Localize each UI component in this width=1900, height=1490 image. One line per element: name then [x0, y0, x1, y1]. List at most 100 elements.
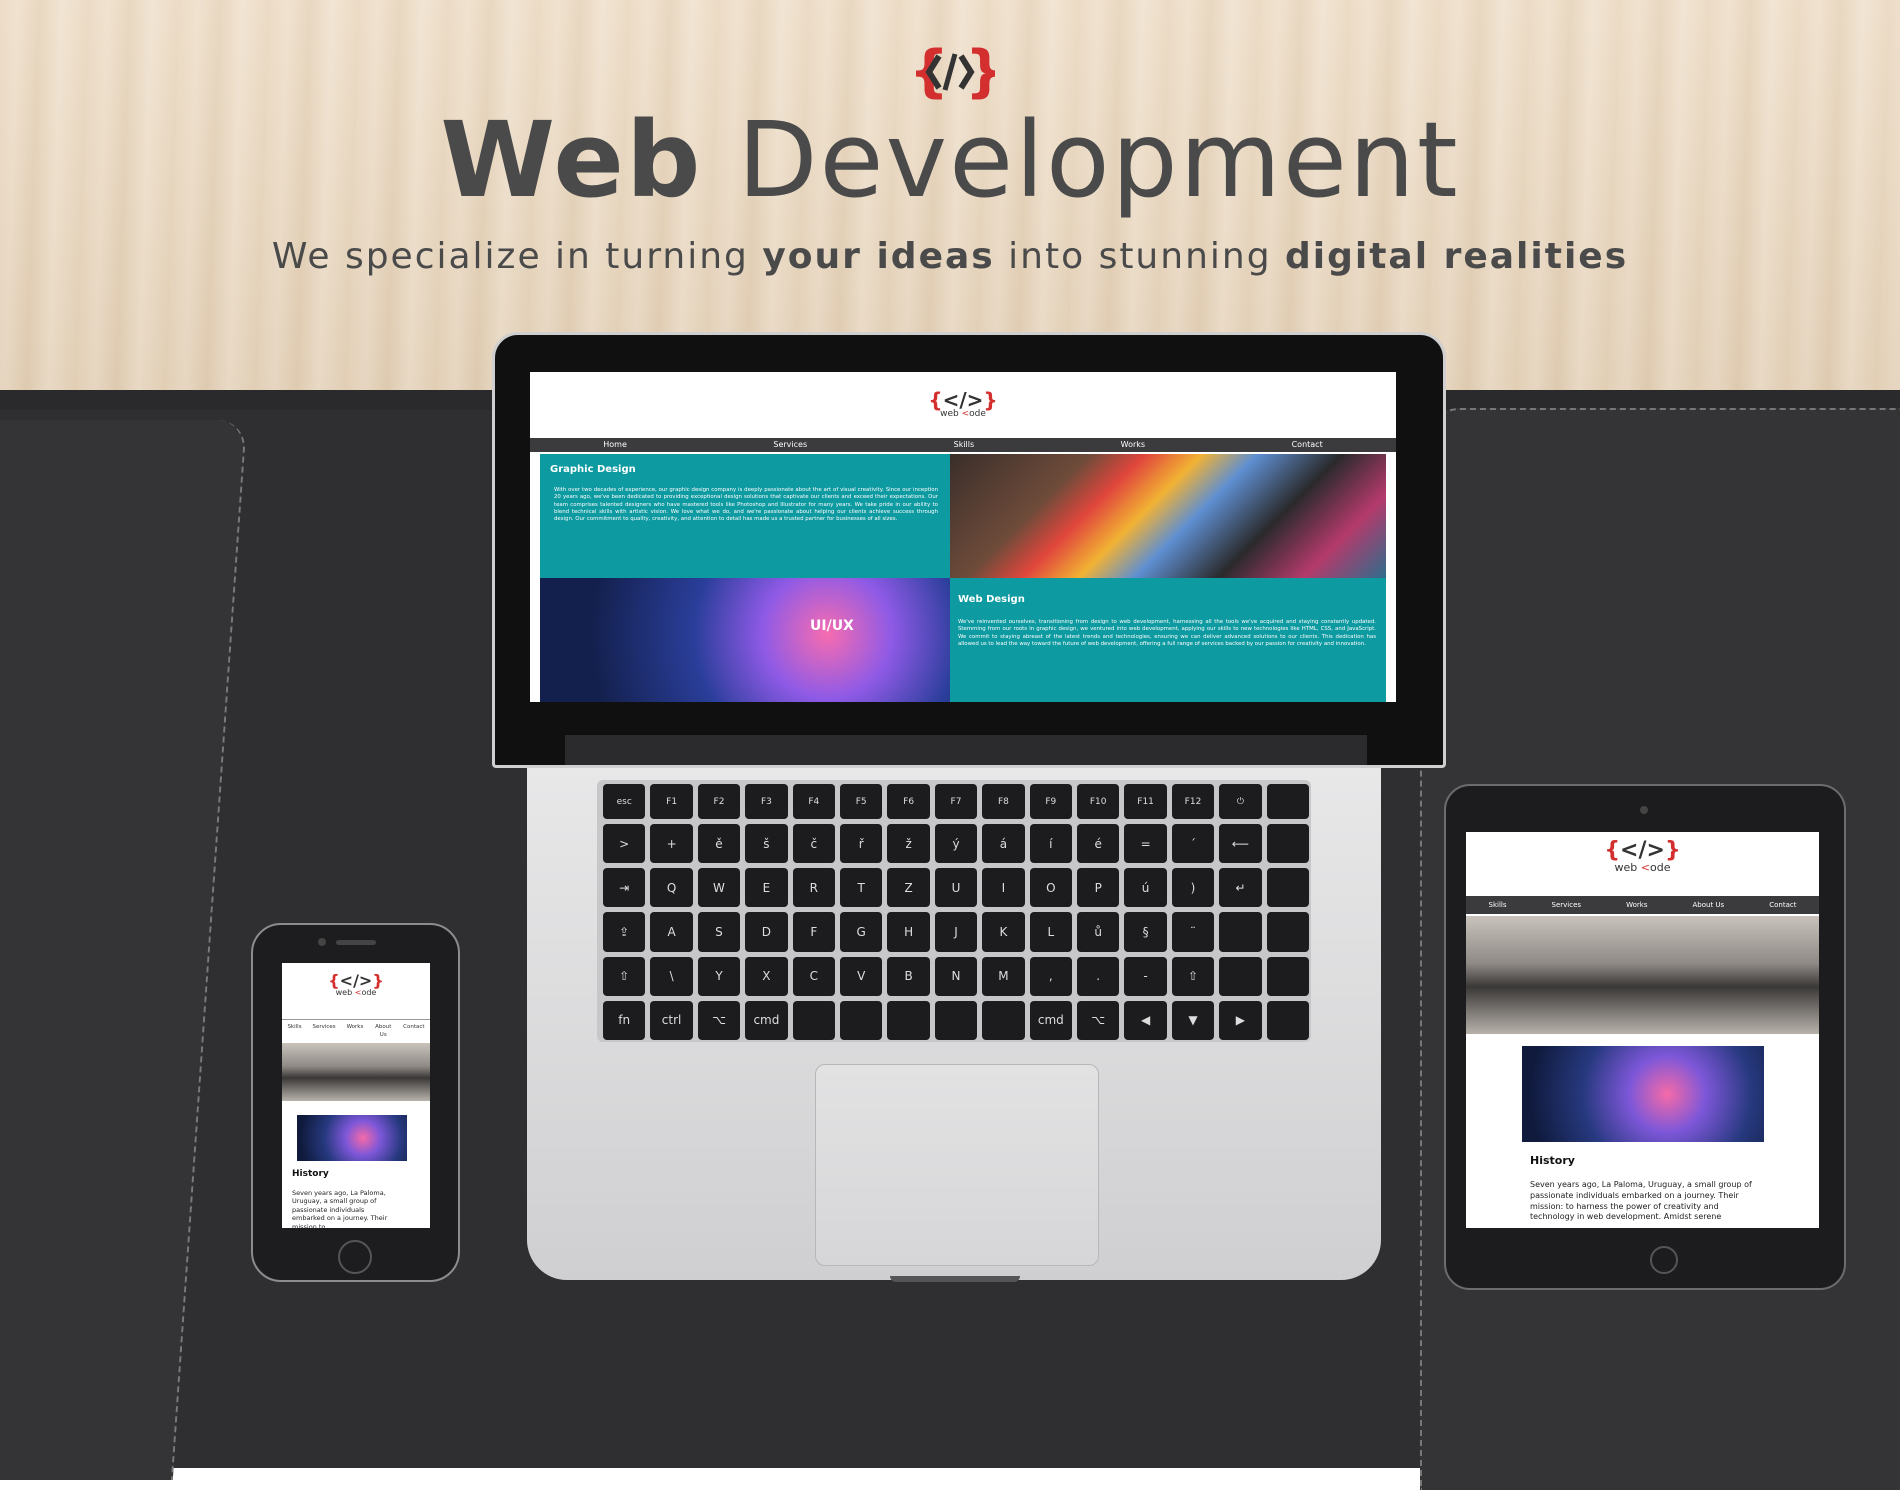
keyboard-key[interactable] [934, 1000, 978, 1040]
phone-nav-about[interactable]: About Us [374, 1023, 392, 1043]
site-logo[interactable]: {</>} web <ode [928, 390, 997, 419]
keyboard-key[interactable]: ú [1124, 868, 1167, 908]
keyboard-key[interactable]: č [792, 824, 835, 864]
keyboard-key[interactable]: cmd [745, 1000, 788, 1040]
keyboard-key[interactable] [840, 1000, 883, 1040]
keyboard-key[interactable] [1266, 912, 1309, 952]
keyboard-key[interactable] [982, 1000, 1025, 1040]
keyboard-key[interactable]: ⟵ [1219, 824, 1262, 864]
phone-nav-contact[interactable]: Contact [403, 1023, 424, 1043]
keyboard-key[interactable]: F7 [934, 784, 978, 820]
keyboard-key[interactable]: ◀ [1124, 1000, 1167, 1040]
keyboard-key[interactable]: F2 [697, 784, 741, 820]
keyboard-key[interactable] [792, 1000, 835, 1040]
keyboard-key[interactable]: U [934, 868, 978, 908]
keyboard-key[interactable]: ¨ [1171, 912, 1215, 952]
keyboard-key[interactable]: R [792, 868, 835, 908]
nav-works[interactable]: Works [1121, 438, 1145, 452]
keyboard-key[interactable]: K [982, 912, 1025, 952]
keyboard-key[interactable]: F8 [982, 784, 1025, 820]
keyboard-key[interactable]: F6 [887, 784, 930, 820]
keyboard-key[interactable]: \ [650, 956, 693, 996]
keyboard-key[interactable]: š [745, 824, 788, 864]
keyboard-key[interactable] [1266, 824, 1309, 864]
keyboard-key[interactable] [1266, 784, 1309, 820]
keyboard-key[interactable]: ▶ [1219, 1000, 1262, 1040]
keyboard-key[interactable]: A [650, 912, 693, 952]
keyboard-key[interactable]: - [1124, 956, 1167, 996]
keyboard-key[interactable]: X [745, 956, 788, 996]
keyboard-key[interactable]: ž [887, 824, 930, 864]
tablet-nav-works[interactable]: Works [1626, 896, 1647, 914]
keyboard-key[interactable]: ⇪ [603, 912, 646, 952]
keyboard-key[interactable]: P [1077, 868, 1120, 908]
keyboard-key[interactable] [1266, 1000, 1309, 1040]
keyboard-key[interactable]: W [697, 868, 741, 908]
keyboard-key[interactable]: esc [603, 784, 646, 820]
keyboard-key[interactable]: F10 [1077, 784, 1120, 820]
keyboard-key[interactable]: S [697, 912, 741, 952]
keyboard-key[interactable]: + [650, 824, 693, 864]
laptop-trackpad[interactable] [815, 1064, 1099, 1266]
keyboard-key[interactable]: § [1124, 912, 1167, 952]
tablet-home-button[interactable] [1650, 1246, 1678, 1274]
keyboard-key[interactable]: ⇧ [1171, 956, 1215, 996]
keyboard-key[interactable]: ↵ [1219, 868, 1262, 908]
keyboard-key[interactable]: ▼ [1171, 1000, 1215, 1040]
tablet-nav-contact[interactable]: Contact [1769, 896, 1796, 914]
nav-home[interactable]: Home [603, 438, 627, 452]
keyboard-key[interactable]: fn [603, 1000, 646, 1040]
keyboard-key[interactable]: ⏻ [1219, 784, 1262, 820]
keyboard-key[interactable]: . [1077, 956, 1120, 996]
keyboard-key[interactable]: M [982, 956, 1025, 996]
keyboard-key[interactable] [1219, 912, 1262, 952]
keyboard-key[interactable]: > [603, 824, 646, 864]
keyboard-key[interactable]: D [745, 912, 788, 952]
keyboard-key[interactable]: ⇧ [603, 956, 646, 996]
keyboard-key[interactable]: Q [650, 868, 693, 908]
phone-nav-services[interactable]: Services [312, 1023, 335, 1043]
keyboard-key[interactable]: F4 [792, 784, 835, 820]
keyboard-key[interactable]: í [1029, 824, 1072, 864]
keyboard-key[interactable]: é [1077, 824, 1120, 864]
phone-nav-skills[interactable]: Skills [287, 1023, 301, 1043]
tablet-nav-services[interactable]: Services [1552, 896, 1582, 914]
keyboard-key[interactable]: Y [697, 956, 741, 996]
phone-home-button[interactable] [338, 1240, 372, 1274]
keyboard-key[interactable]: , [1029, 956, 1072, 996]
keyboard-key[interactable] [1266, 956, 1309, 996]
keyboard-key[interactable]: C [792, 956, 835, 996]
keyboard-key[interactable]: Z [887, 868, 930, 908]
keyboard-key[interactable]: ř [840, 824, 883, 864]
keyboard-key[interactable]: ) [1171, 868, 1215, 908]
keyboard-key[interactable]: ý [934, 824, 978, 864]
keyboard-key[interactable]: F9 [1029, 784, 1072, 820]
keyboard-key[interactable]: ě [697, 824, 741, 864]
keyboard-key[interactable]: F5 [840, 784, 883, 820]
tablet-nav-about[interactable]: About Us [1693, 896, 1725, 914]
keyboard-key[interactable]: V [840, 956, 883, 996]
keyboard-key[interactable]: ů [1077, 912, 1120, 952]
keyboard-key[interactable]: ctrl [650, 1000, 693, 1040]
keyboard-key[interactable]: N [934, 956, 978, 996]
keyboard-key[interactable]: ⌥ [1077, 1000, 1120, 1040]
keyboard-key[interactable]: ⌥ [697, 1000, 741, 1040]
phone-site-logo[interactable]: {</>} web <ode [328, 973, 383, 997]
nav-contact[interactable]: Contact [1292, 438, 1323, 452]
keyboard-key[interactable]: O [1029, 868, 1072, 908]
tablet-nav-skills[interactable]: Skills [1489, 896, 1507, 914]
keyboard-key[interactable]: ´ [1171, 824, 1215, 864]
nav-skills[interactable]: Skills [954, 438, 975, 452]
keyboard-key[interactable] [1266, 868, 1309, 908]
keyboard-key[interactable]: E [745, 868, 788, 908]
keyboard-key[interactable]: G [840, 912, 883, 952]
keyboard-key[interactable] [1219, 956, 1262, 996]
keyboard-key[interactable]: = [1124, 824, 1167, 864]
keyboard-key[interactable] [887, 1000, 930, 1040]
keyboard-key[interactable]: T [840, 868, 883, 908]
keyboard-key[interactable]: F12 [1171, 784, 1215, 820]
keyboard-key[interactable]: cmd [1029, 1000, 1072, 1040]
keyboard-key[interactable]: á [982, 824, 1025, 864]
tablet-site-logo[interactable]: {</>} web <ode [1604, 840, 1680, 874]
keyboard-key[interactable]: F1 [650, 784, 693, 820]
